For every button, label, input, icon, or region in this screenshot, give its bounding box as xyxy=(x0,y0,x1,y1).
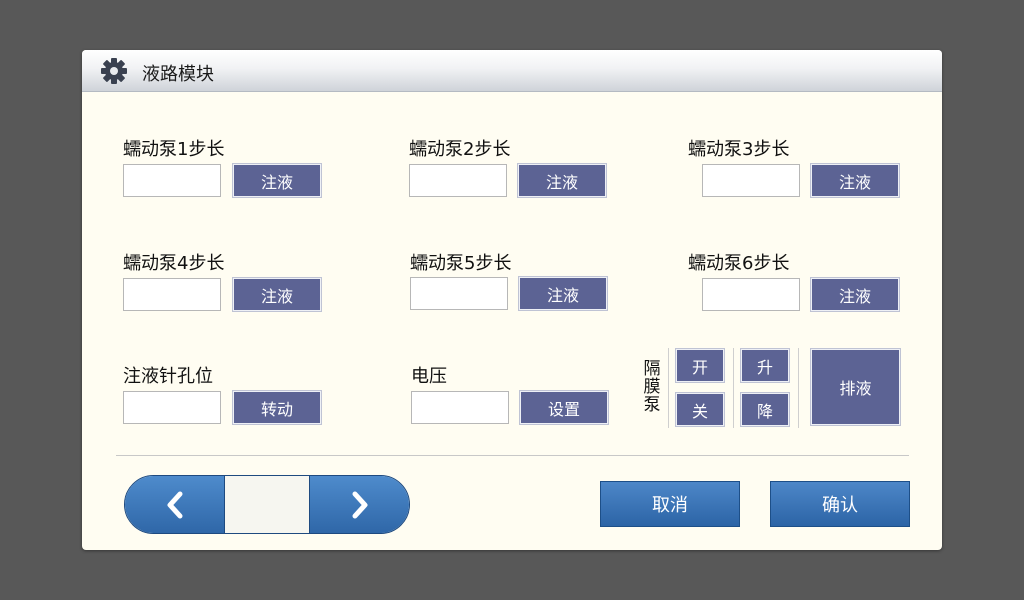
pump2-label: 蠕动泵2步长 xyxy=(409,139,511,160)
divider xyxy=(668,348,669,428)
divider xyxy=(798,348,799,428)
pump1-label: 蠕动泵1步长 xyxy=(123,139,225,160)
needle-position-input[interactable] xyxy=(123,391,221,424)
pump3-step-input[interactable] xyxy=(702,164,800,197)
diaphragm-close-button[interactable]: 关 xyxy=(676,393,724,426)
voltage-input[interactable] xyxy=(411,391,509,424)
previous-page-button[interactable] xyxy=(125,476,225,533)
pump6-label: 蠕动泵6步长 xyxy=(688,253,790,274)
pump4-step-input[interactable] xyxy=(123,278,221,311)
pump6-inject-button[interactable]: 注液 xyxy=(811,278,899,311)
needle-position-label: 注液针孔位 xyxy=(123,366,213,387)
pump3-inject-button[interactable]: 注液 xyxy=(811,164,899,197)
pump4-inject-button[interactable]: 注液 xyxy=(233,278,321,311)
chevron-left-icon xyxy=(167,491,182,518)
gear-icon xyxy=(101,58,127,84)
dialog-title: 液路模块 xyxy=(142,64,214,85)
pump2-inject-button[interactable]: 注液 xyxy=(518,164,606,197)
next-page-button[interactable] xyxy=(309,476,409,533)
rotate-button[interactable]: 转动 xyxy=(233,391,321,424)
diaphragm-open-button[interactable]: 开 xyxy=(676,349,724,382)
pump1-step-input[interactable] xyxy=(123,164,221,197)
pump5-step-input[interactable] xyxy=(410,277,508,310)
pump5-label: 蠕动泵5步长 xyxy=(410,253,512,274)
pump2-step-input[interactable] xyxy=(409,164,507,197)
page-indicator xyxy=(225,476,310,533)
pager xyxy=(124,475,410,534)
confirm-button[interactable]: 确认 xyxy=(770,481,910,527)
pump4-label: 蠕动泵4步长 xyxy=(123,253,225,274)
cancel-button[interactable]: 取消 xyxy=(600,481,740,527)
divider xyxy=(733,348,734,428)
pump3-label: 蠕动泵3步长 xyxy=(688,139,790,160)
liquid-module-dialog: 液路模块 蠕动泵1步长 注液 蠕动泵2步长 注液 蠕动泵3步长 注液 蠕动泵4步… xyxy=(82,50,942,550)
diaphragm-pump-label: 隔膜泵 xyxy=(643,359,661,415)
footer-divider xyxy=(116,455,909,456)
drain-button[interactable]: 排液 xyxy=(811,349,900,425)
raise-button[interactable]: 升 xyxy=(741,349,789,382)
lower-button[interactable]: 降 xyxy=(741,393,789,426)
voltage-label: 电压 xyxy=(411,366,447,387)
chevron-right-icon xyxy=(352,491,367,518)
pump6-step-input[interactable] xyxy=(702,278,800,311)
pump1-inject-button[interactable]: 注液 xyxy=(233,164,321,197)
voltage-set-button[interactable]: 设置 xyxy=(520,391,608,424)
dialog-titlebar: 液路模块 xyxy=(82,50,942,92)
pump5-inject-button[interactable]: 注液 xyxy=(519,277,607,310)
